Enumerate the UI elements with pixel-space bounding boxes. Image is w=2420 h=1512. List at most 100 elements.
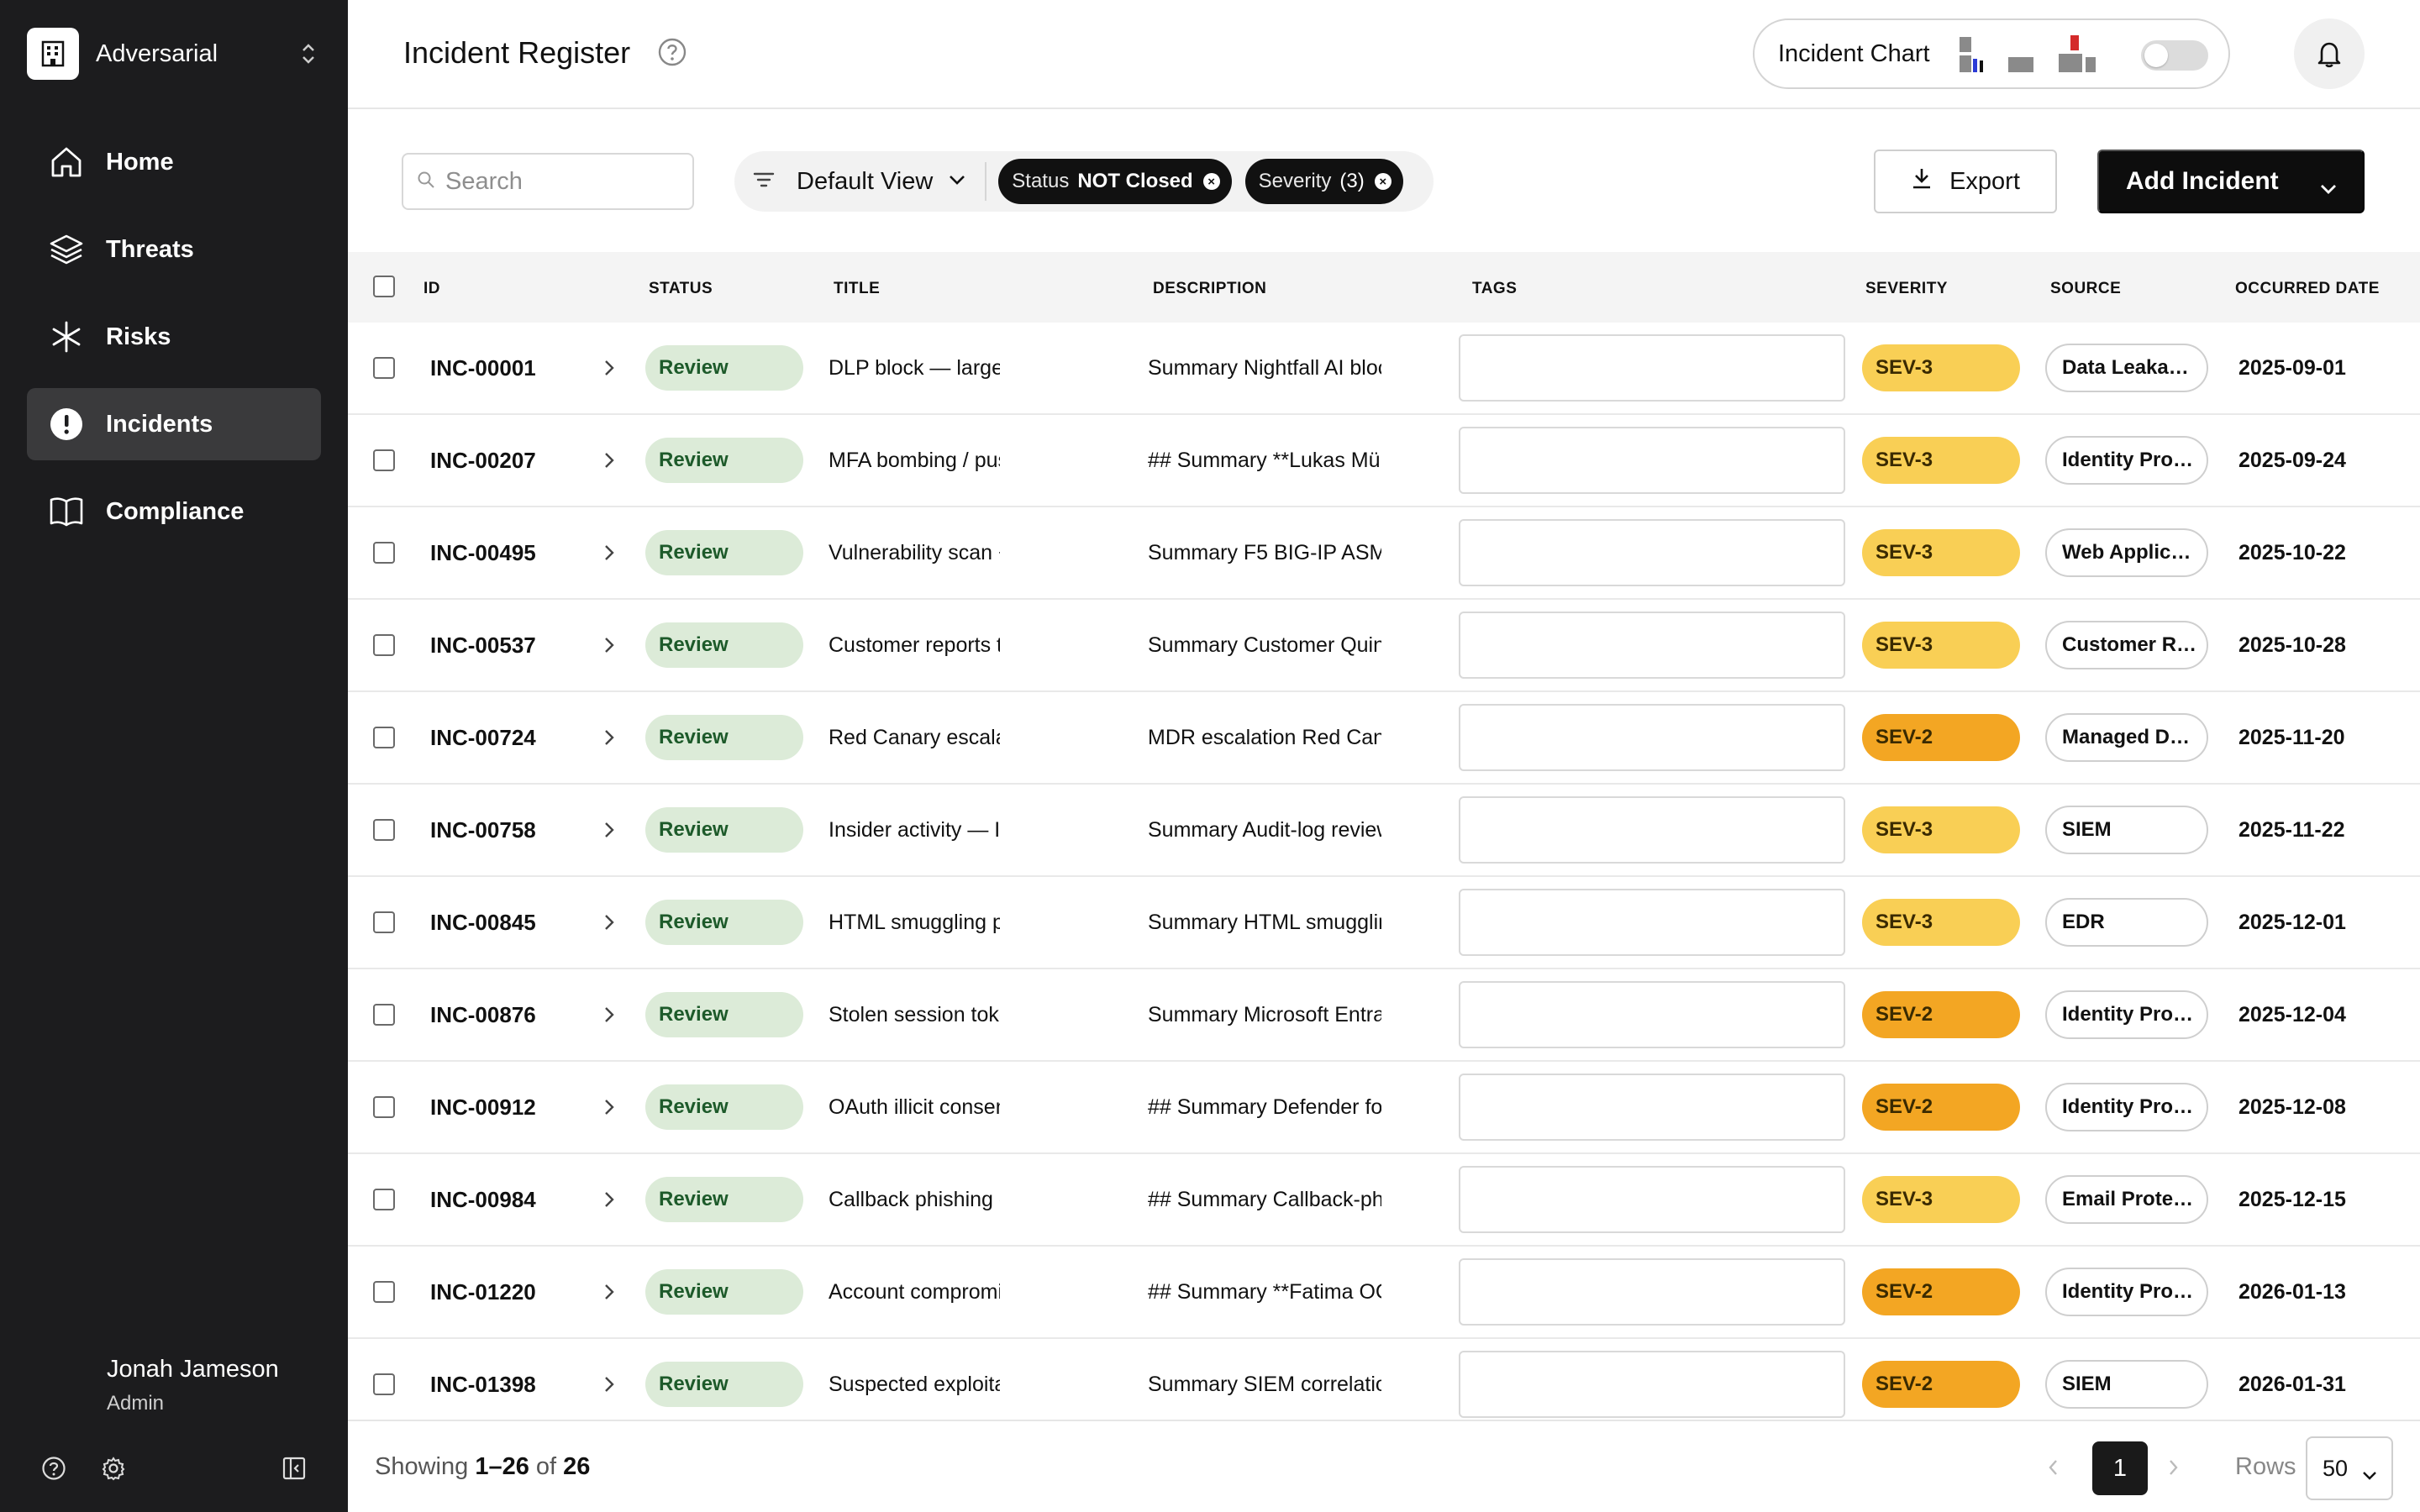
filter-chip-severity[interactable]: Severity (3) × <box>1244 159 1403 204</box>
sidebar-item-home[interactable]: Home <box>27 126 321 198</box>
tags-input[interactable] <box>1459 1351 1845 1418</box>
chevron-down-icon[interactable] <box>2319 173 2338 202</box>
row-checkbox[interactable] <box>373 542 395 564</box>
sidebar-item-incidents[interactable]: Incidents <box>27 388 321 460</box>
chevron-right-icon[interactable] <box>597 785 622 875</box>
row-checkbox[interactable] <box>373 1281 395 1303</box>
row-checkbox[interactable] <box>373 911 395 933</box>
org-switcher[interactable]: Adversarial <box>27 27 321 81</box>
tags-input[interactable] <box>1459 889 1845 956</box>
chevron-right-icon[interactable] <box>597 507 622 598</box>
incident-id[interactable]: INC-00207 <box>430 415 565 506</box>
tags-input[interactable] <box>1459 704 1845 771</box>
severity-badge[interactable]: SEV-3 <box>1862 806 2020 853</box>
severity-badge[interactable]: SEV-3 <box>1862 529 2020 576</box>
chevron-right-icon[interactable] <box>597 1339 622 1430</box>
row-checkbox[interactable] <box>373 1096 395 1118</box>
severity-badge[interactable]: SEV-2 <box>1862 1268 2020 1315</box>
incident-id[interactable]: INC-01220 <box>430 1247 565 1337</box>
source-pill[interactable]: Identity Pro… <box>2045 1083 2208 1131</box>
row-checkbox[interactable] <box>373 727 395 748</box>
chevron-right-icon[interactable] <box>597 877 622 968</box>
table-row[interactable]: INC-00724 Review Red Canary escalation —… <box>348 692 2420 785</box>
table-row[interactable]: INC-00001 Review DLP block — large outbo… <box>348 323 2420 415</box>
chevron-right-icon[interactable] <box>597 600 622 690</box>
source-pill[interactable]: Email Prote… <box>2045 1175 2208 1224</box>
severity-badge[interactable]: SEV-2 <box>1862 714 2020 761</box>
column-header-status[interactable]: STATUS <box>649 280 713 298</box>
chevron-right-icon[interactable] <box>597 415 622 506</box>
tags-input[interactable] <box>1459 1074 1845 1141</box>
incident-id[interactable]: INC-00495 <box>430 507 565 598</box>
source-pill[interactable]: Managed D… <box>2045 713 2208 762</box>
previous-page-chevron-icon[interactable] <box>2044 1455 2062 1484</box>
severity-badge[interactable]: SEV-2 <box>1862 991 2020 1038</box>
severity-badge[interactable]: SEV-3 <box>1862 899 2020 946</box>
sidebar-item-compliance[interactable]: Compliance <box>27 475 321 548</box>
column-header-occurred-date[interactable]: OCCURRED DATE <box>2235 280 2380 298</box>
incident-chart-toggle[interactable]: Incident Chart <box>1753 18 2230 89</box>
tags-input[interactable] <box>1459 796 1845 864</box>
filter-chip-status[interactable]: Status NOT Closed × <box>998 159 1232 204</box>
source-pill[interactable]: Customer R… <box>2045 621 2208 669</box>
incident-id[interactable]: INC-00537 <box>430 600 565 690</box>
source-pill[interactable]: Identity Pro… <box>2045 436 2208 485</box>
column-header-id[interactable]: ID <box>424 280 440 298</box>
select-all-checkbox[interactable] <box>373 276 395 297</box>
source-pill[interactable]: Data Leaka… <box>2045 344 2208 392</box>
table-row[interactable]: INC-00495 Review Vulnerability scan + WA… <box>348 507 2420 600</box>
tags-input[interactable] <box>1459 427 1845 494</box>
user-profile[interactable]: Jonah Jameson Admin <box>107 1356 279 1415</box>
table-row[interactable]: INC-00845 Review HTML smuggling phishing… <box>348 877 2420 969</box>
remove-filter-icon[interactable]: × <box>1374 173 1392 190</box>
chevron-right-icon[interactable] <box>597 692 622 783</box>
incident-id[interactable]: INC-00758 <box>430 785 565 875</box>
row-checkbox[interactable] <box>373 1373 395 1395</box>
source-pill[interactable]: Identity Pro… <box>2045 990 2208 1039</box>
severity-badge[interactable]: SEV-2 <box>1862 1361 2020 1408</box>
tags-input[interactable] <box>1459 1258 1845 1326</box>
sidebar-item-risks[interactable]: Risks <box>27 301 321 373</box>
row-checkbox[interactable] <box>373 449 395 471</box>
search-box[interactable] <box>402 153 694 210</box>
column-header-severity[interactable]: SEVERITY <box>1865 280 1948 298</box>
table-row[interactable]: INC-00537 Review Customer reports their … <box>348 600 2420 692</box>
chevron-right-icon[interactable] <box>597 1154 622 1245</box>
column-header-title[interactable]: TITLE <box>834 280 880 298</box>
column-header-description[interactable]: DESCRIPTION <box>1153 280 1266 298</box>
column-header-source[interactable]: SOURCE <box>2050 280 2121 298</box>
source-pill[interactable]: EDR <box>2045 898 2208 947</box>
severity-badge[interactable]: SEV-3 <box>1862 1176 2020 1223</box>
column-header-tags[interactable]: TAGS <box>1472 280 1517 298</box>
table-row[interactable]: INC-01398 Review Suspected exploitation … <box>348 1339 2420 1431</box>
incident-id[interactable]: INC-00724 <box>430 692 565 783</box>
add-incident-button[interactable]: Add Incident <box>2097 150 2365 213</box>
row-checkbox[interactable] <box>373 634 395 656</box>
tags-input[interactable] <box>1459 612 1845 679</box>
collapse-sidebar-icon[interactable] <box>279 1453 309 1483</box>
rows-per-page-select[interactable]: 50 <box>2306 1436 2393 1500</box>
chevron-right-icon[interactable] <box>597 1062 622 1152</box>
remove-filter-icon[interactable]: × <box>1202 173 1220 190</box>
incident-id[interactable]: INC-00912 <box>430 1062 565 1152</box>
settings-gear-icon[interactable] <box>98 1453 129 1483</box>
table-row[interactable]: INC-00876 Review Stolen session token re… <box>348 969 2420 1062</box>
chart-toggle-switch[interactable] <box>2141 40 2208 71</box>
incident-id[interactable]: INC-01398 <box>430 1339 565 1430</box>
incident-id[interactable]: INC-00845 <box>430 877 565 968</box>
notifications-bell-icon[interactable] <box>2294 18 2365 89</box>
help-circle-icon[interactable] <box>39 1453 69 1483</box>
tags-input[interactable] <box>1459 334 1845 402</box>
severity-badge[interactable]: SEV-2 <box>1862 1084 2020 1131</box>
help-circle-icon[interactable] <box>657 37 687 67</box>
table-row[interactable]: INC-01220 Review Account compromise — Sa… <box>348 1247 2420 1339</box>
severity-badge[interactable]: SEV-3 <box>1862 437 2020 484</box>
row-checkbox[interactable] <box>373 357 395 379</box>
row-checkbox[interactable] <box>373 1189 395 1210</box>
table-row[interactable]: INC-00984 Review Callback phishing campa… <box>348 1154 2420 1247</box>
source-pill[interactable]: Identity Pro… <box>2045 1268 2208 1316</box>
table-row[interactable]: INC-00912 Review OAuth illicit consent p… <box>348 1062 2420 1154</box>
tags-input[interactable] <box>1459 519 1845 586</box>
page-button-current[interactable]: 1 <box>2092 1441 2148 1495</box>
export-button[interactable]: Export <box>1874 150 2057 213</box>
